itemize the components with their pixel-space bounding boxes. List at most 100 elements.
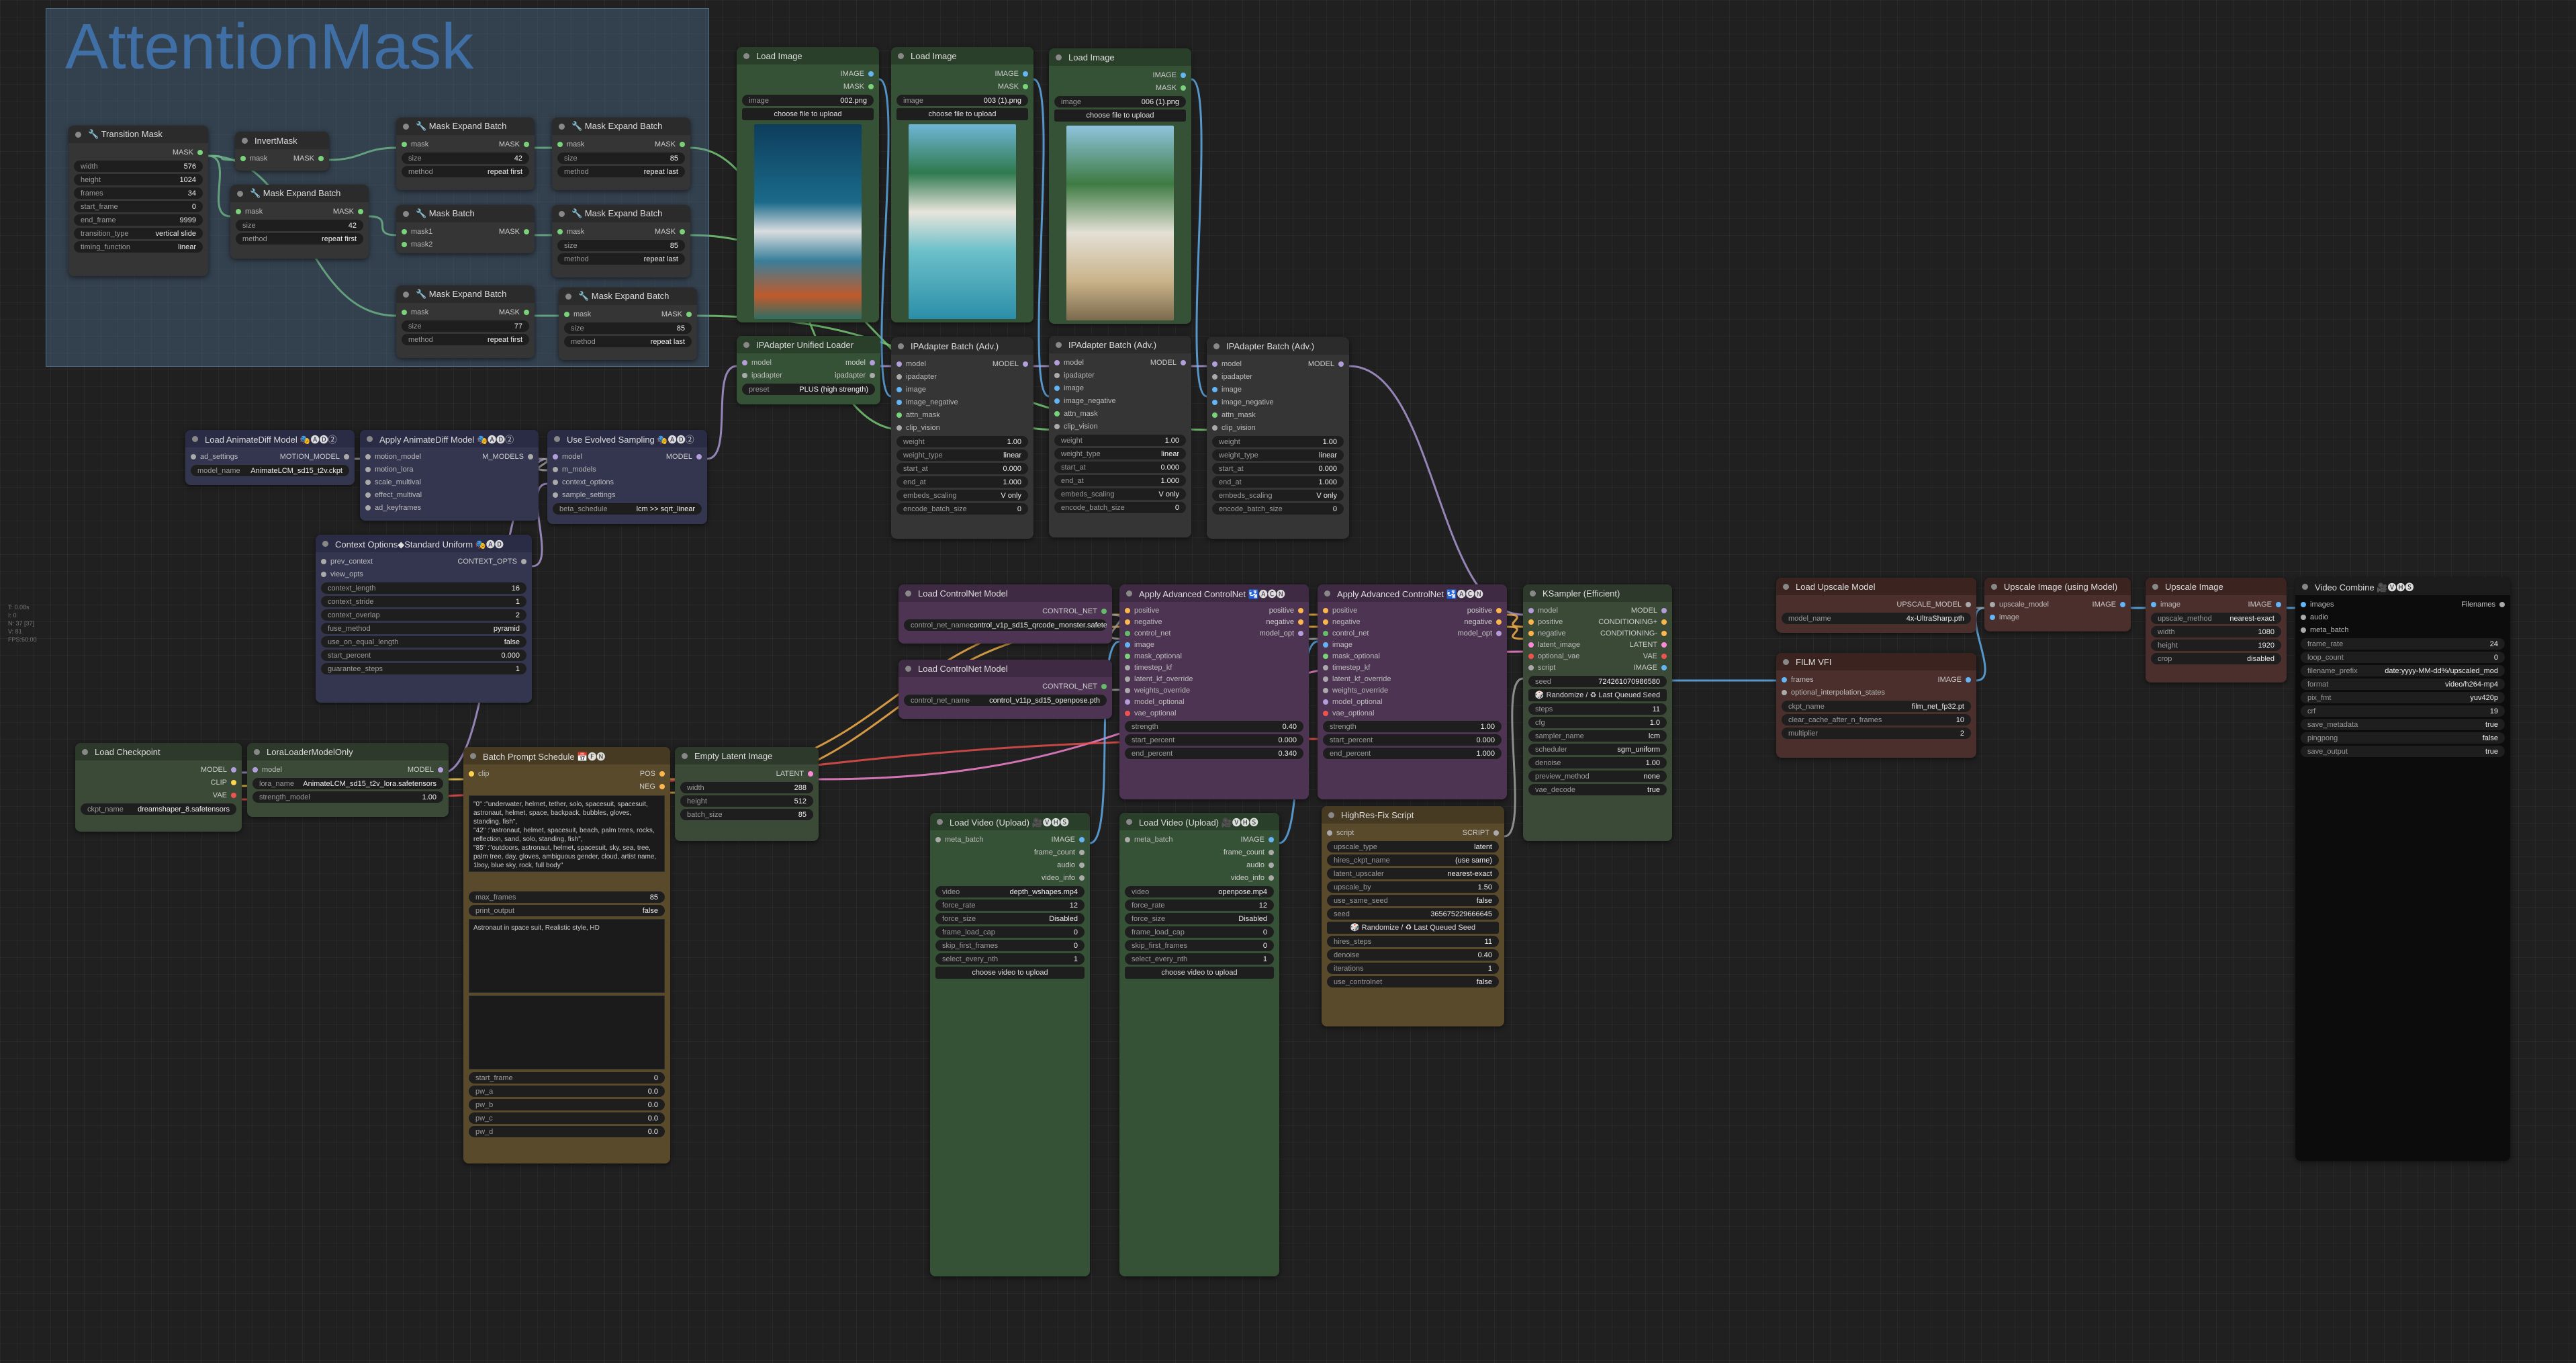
widget-5[interactable]: select_every_nth 1 (1125, 953, 1274, 965)
collapse-dot-icon[interactable] (322, 540, 328, 547)
mask-expand-batch-node[interactable]: 🔧 Mask Expand Batch mask MASK size 42 meth… (230, 185, 369, 259)
widget-2[interactable]: iterations 1 (1327, 963, 1499, 974)
output-socket-icon[interactable] (870, 359, 875, 365)
widget-7[interactable]: pingpong false (2301, 732, 2505, 744)
input-socket-icon[interactable] (1125, 687, 1130, 693)
load-checkpoint-node[interactable]: Load Checkpoint MODEL CLIP VAE ckpt_name… (75, 743, 242, 832)
input-socket-icon[interactable] (321, 571, 326, 577)
widget-0[interactable]: strength 0.40 (1125, 721, 1303, 732)
widget-4[interactable]: skip_first_frames 0 (935, 940, 1085, 951)
widget-3[interactable]: end_at 1.000 (896, 476, 1028, 488)
node-title[interactable]: Load Video (Upload) 🎥🅥🅗🅢 (1119, 813, 1279, 830)
widget-size[interactable]: size 85 (557, 240, 685, 251)
widget-3[interactable]: format video/h264-mp4 (2301, 678, 2505, 690)
node-title[interactable]: Load Upscale Model (1776, 578, 1976, 595)
input-socket-icon[interactable] (1125, 676, 1130, 682)
lora-loader-node[interactable]: LoraLoaderModelOnly model MODEL lora_name… (247, 743, 449, 817)
input-socket-icon[interactable] (2151, 601, 2156, 607)
widget-print-output[interactable]: print_output false (469, 905, 665, 916)
output-socket-icon[interactable] (1269, 875, 1274, 881)
widget-2[interactable]: force_size Disabled (1125, 913, 1274, 924)
widget-1[interactable]: start_percent 0.000 (1323, 734, 1502, 746)
input-socket-icon[interactable] (365, 479, 371, 485)
input-socket-icon[interactable] (742, 372, 747, 378)
widget-3[interactable]: scheduler sgm_uniform (1528, 744, 1667, 755)
widget-3[interactable]: use_controlnet false (1327, 976, 1499, 987)
widget-end-frame[interactable]: end_frame 9999 (74, 214, 203, 226)
input-socket-icon[interactable] (1212, 386, 1217, 392)
input-socket-icon[interactable] (1528, 607, 1534, 613)
input-socket-icon[interactable] (1054, 398, 1060, 404)
node-title[interactable]: Load AnimateDiff Model 🎭🅐🅓② (185, 430, 355, 447)
output-socket-icon[interactable] (231, 792, 236, 798)
widget-pw-d[interactable]: pw_d 0.0 (469, 1126, 665, 1137)
input-socket-icon[interactable] (1323, 619, 1328, 625)
input-socket-icon[interactable] (1054, 359, 1060, 365)
input-socket-icon[interactable] (896, 386, 902, 392)
widget-strength-model[interactable]: strength_model 1.00 (252, 791, 443, 803)
widget-0[interactable]: upscale_type latent (1327, 841, 1499, 852)
widget-3[interactable]: frame_load_cap 0 (935, 926, 1085, 938)
input-socket-icon[interactable] (1212, 373, 1217, 380)
widget-0[interactable]: video depth_wshapes.mp4 (935, 886, 1085, 897)
output-socket-icon[interactable] (528, 453, 533, 459)
input-socket-icon[interactable] (1125, 699, 1130, 705)
collapse-dot-icon[interactable] (559, 210, 565, 217)
node-title[interactable]: Apply AnimateDiff Model 🎭🅐🅓② (360, 430, 539, 447)
node-title[interactable]: Apply Advanced ControlNet 🛂🅐🅒🅝 (1318, 584, 1507, 602)
input-socket-icon[interactable] (402, 141, 407, 147)
widget-size[interactable]: size 42 (402, 152, 529, 164)
input-socket-icon[interactable] (1327, 830, 1332, 836)
load-controlnet-node[interactable]: Load ControlNet Model CONTROL_NET contro… (899, 660, 1112, 719)
widget-method[interactable]: method repeat first (402, 166, 529, 177)
input-socket-icon[interactable] (1212, 399, 1217, 405)
input-socket-icon[interactable] (1125, 653, 1130, 659)
widget-size[interactable]: size 85 (557, 152, 685, 164)
widget-ckpt-name[interactable]: ckpt_name film_net_fp32.pt (1782, 701, 1971, 712)
widget-start-frame[interactable]: start_frame 0 (74, 201, 203, 212)
widget-2[interactable]: filename_prefix date:yyyy-MM-dd%/upscaled… (2301, 665, 2505, 676)
output-socket-icon[interactable] (1023, 361, 1028, 367)
collapse-dot-icon[interactable] (559, 123, 565, 130)
node-title[interactable]: Load Video (Upload) 🎥🅥🅗🅢 (930, 813, 1090, 830)
widget-size[interactable]: size 77 (402, 320, 529, 332)
widget-2[interactable]: latent_upscaler nearest-exact (1327, 868, 1499, 879)
collapse-dot-icon[interactable] (937, 818, 943, 825)
widget-3[interactable]: end_at 1.000 (1054, 475, 1186, 486)
input-socket-icon[interactable] (2301, 601, 2306, 607)
output-socket-icon[interactable] (318, 155, 324, 161)
node-title[interactable]: 🔧 Mask Batch (396, 205, 535, 222)
upload-button[interactable]: choose file to upload (1054, 109, 1186, 122)
output-socket-icon[interactable] (659, 771, 665, 777)
widget-5[interactable]: encode_batch_size 0 (1054, 502, 1186, 513)
input-socket-icon[interactable] (191, 453, 196, 459)
input-socket-icon[interactable] (2301, 614, 2306, 620)
widget-1[interactable]: hires_ckpt_name (use same) (1327, 854, 1499, 866)
input-socket-icon[interactable] (1125, 836, 1130, 842)
widget-method[interactable]: method repeat first (236, 233, 363, 245)
output-socket-icon[interactable] (1298, 607, 1303, 613)
collapse-dot-icon[interactable] (1783, 583, 1789, 590)
input-socket-icon[interactable] (1323, 676, 1328, 682)
output-socket-icon[interactable] (680, 228, 685, 234)
widget-model-name[interactable]: model_name 4x-UltraSharp.pth (1782, 613, 1971, 624)
input-socket-icon[interactable] (1323, 653, 1328, 659)
input-socket-icon[interactable] (1323, 664, 1328, 670)
input-socket-icon[interactable] (1528, 630, 1534, 636)
widget-method[interactable]: method repeat last (564, 336, 692, 347)
widget-1[interactable]: force_rate 12 (935, 899, 1085, 911)
film-vfi-node[interactable]: FILM VFI frames IMAGE optional_interpolat… (1776, 653, 1976, 758)
collapse-dot-icon[interactable] (554, 435, 560, 442)
collapse-dot-icon[interactable] (2302, 583, 2308, 590)
collapse-dot-icon[interactable] (1213, 343, 1220, 349)
output-socket-icon[interactable] (2276, 601, 2281, 607)
widget-5[interactable]: seed 365675229666645 (1327, 908, 1499, 920)
widget-4[interactable]: use_on_equal_length false (321, 636, 526, 648)
collapse-dot-icon[interactable] (1328, 811, 1334, 818)
output-socket-icon[interactable] (1269, 862, 1274, 868)
input-socket-icon[interactable] (1212, 412, 1217, 418)
output-socket-icon[interactable] (659, 783, 665, 789)
upscale-image-using-model-node[interactable]: Upscale Image (using Model) upscale_mode… (1984, 578, 2131, 631)
node-title[interactable]: 🔧 Transition Mask (68, 126, 208, 143)
node-title[interactable]: 🔧 Mask Expand Batch (396, 118, 535, 135)
